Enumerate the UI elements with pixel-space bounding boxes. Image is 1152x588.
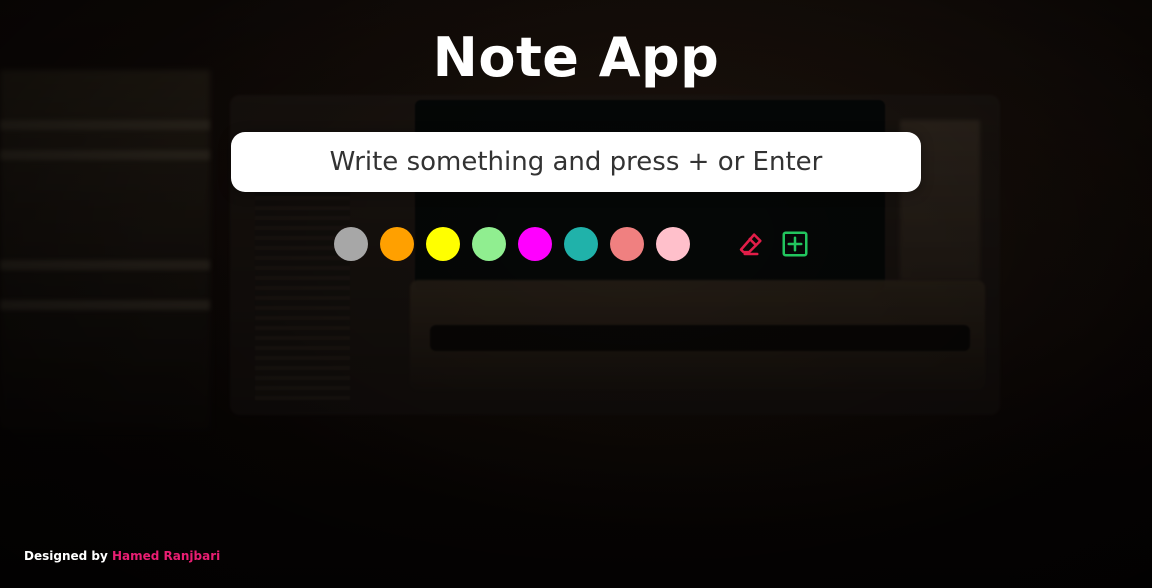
color-swatch-teal[interactable] <box>564 227 598 261</box>
note-input[interactable] <box>244 139 908 185</box>
footer-prefix: Designed by <box>24 549 108 563</box>
color-swatch-yellow[interactable] <box>426 227 460 261</box>
page-title: Note App <box>432 26 720 89</box>
color-swatches <box>334 227 690 261</box>
note-input-container <box>231 132 921 192</box>
plus-square-icon <box>782 231 808 257</box>
add-note-button[interactable] <box>778 227 812 261</box>
clear-button[interactable] <box>734 227 768 261</box>
eraser-icon <box>739 233 762 256</box>
color-swatch-magenta[interactable] <box>518 227 552 261</box>
color-swatch-orange[interactable] <box>380 227 414 261</box>
color-swatch-pink[interactable] <box>656 227 690 261</box>
footer-author: Hamed Ranjbari <box>112 549 221 563</box>
color-swatch-lightgreen[interactable] <box>472 227 506 261</box>
color-swatch-lightcoral[interactable] <box>610 227 644 261</box>
footer: Designed by Hamed Ranjbari <box>24 549 220 563</box>
color-toolbar <box>334 226 812 262</box>
color-swatch-gray[interactable] <box>334 227 368 261</box>
app: Note App Designed by Hamed Ranjbari <box>0 0 1152 588</box>
